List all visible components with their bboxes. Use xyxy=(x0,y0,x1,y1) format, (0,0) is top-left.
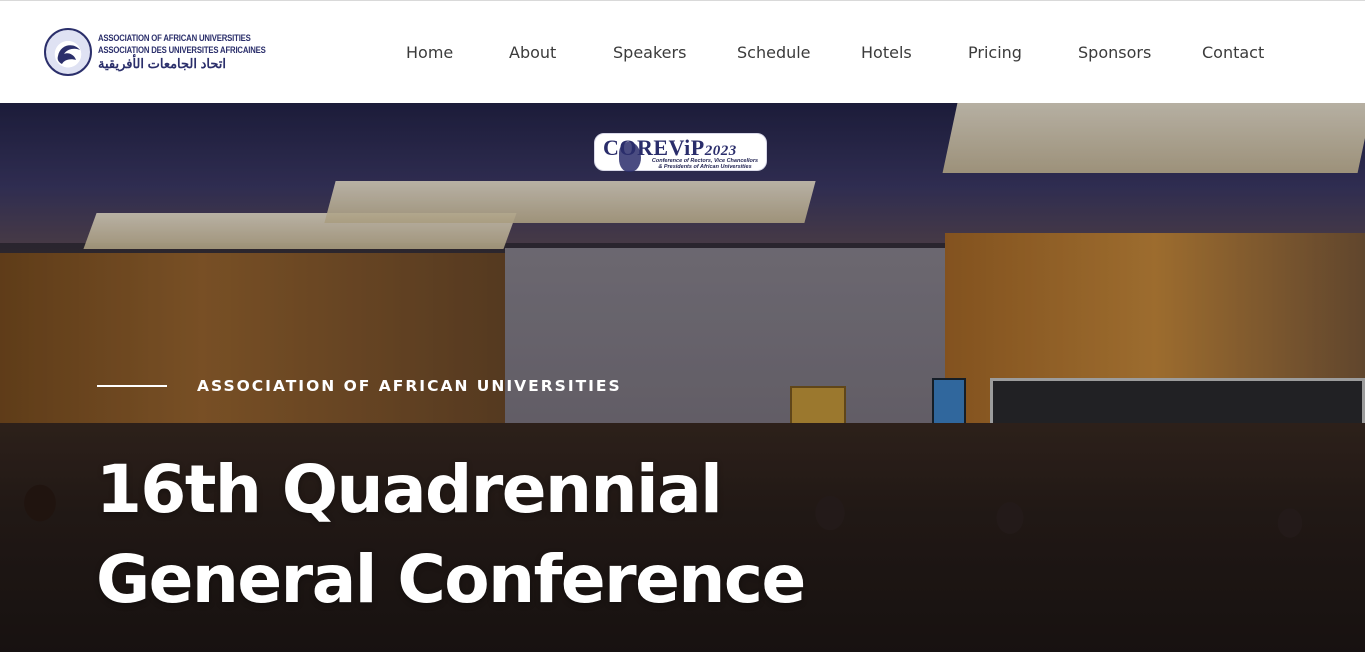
main-nav: Home About Speakers Schedule Hotels Pric… xyxy=(0,1,1365,104)
hero-headline: 16th Quadrennial General Conference xyxy=(96,445,806,625)
nav-about[interactable]: About xyxy=(509,43,556,62)
nav-speakers[interactable]: Speakers xyxy=(613,43,686,62)
hero-headline-line: General Conference xyxy=(96,541,806,618)
hero-eyebrow: ASSOCIATION OF AFRICAN UNIVERSITIES xyxy=(197,377,622,395)
corevip-year: 2023 xyxy=(704,143,737,159)
nav-contact[interactable]: Contact xyxy=(1202,43,1264,62)
corevip-subtitle-line: & Presidents of African Universities xyxy=(658,164,752,170)
nav-sponsors[interactable]: Sponsors xyxy=(1078,43,1151,62)
corevip-title: COREViP xyxy=(603,135,705,160)
corevip-subtitle: Conference of Rectors, Vice Chancellors … xyxy=(645,158,765,170)
hero-headline-line: 16th Quadrennial xyxy=(96,451,723,528)
eyebrow-divider xyxy=(97,385,167,387)
nav-hotels[interactable]: Hotels xyxy=(861,43,912,62)
corevip-logo: COREViP2023 Conference of Rectors, Vice … xyxy=(594,133,767,172)
nav-home[interactable]: Home xyxy=(406,43,453,62)
hero-section: COREViP2023 Conference of Rectors, Vice … xyxy=(0,103,1365,652)
nav-pricing[interactable]: Pricing xyxy=(968,43,1022,62)
site-header: ASSOCIATION OF AFRICAN UNIVERSITIES ASSO… xyxy=(0,0,1365,103)
nav-schedule[interactable]: Schedule xyxy=(737,43,811,62)
